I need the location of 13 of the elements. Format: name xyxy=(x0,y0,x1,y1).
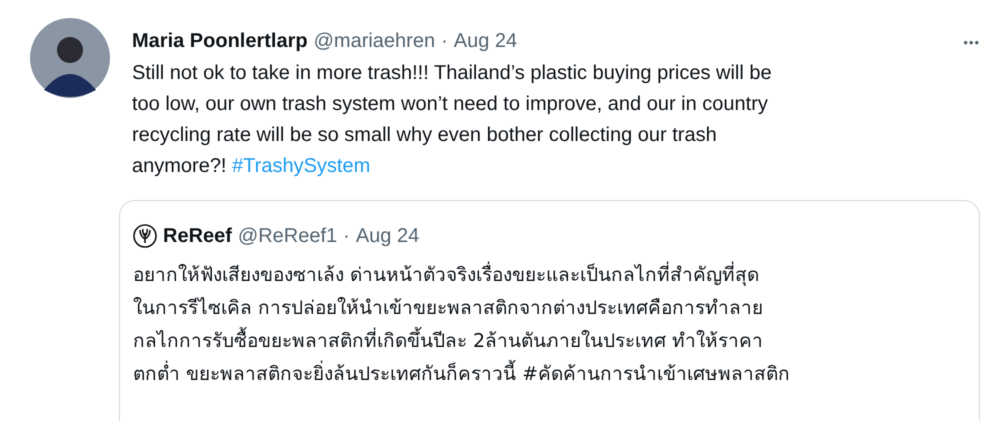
author-handle[interactable]: @mariaehren xyxy=(314,26,436,56)
author-name[interactable]: Maria Poonlertlarp xyxy=(132,26,308,56)
tweet-date[interactable]: Aug 24 xyxy=(454,26,518,56)
quoted-tweet-date: Aug 24 xyxy=(356,224,420,249)
quoted-author-name: ReReef xyxy=(163,224,232,249)
leaf-logo-icon xyxy=(133,224,157,248)
quoted-author-handle: @ReReef1 xyxy=(238,224,338,249)
separator: · xyxy=(343,224,350,249)
more-icon[interactable]: ••• xyxy=(963,33,980,52)
separator: · xyxy=(441,29,448,54)
quoted-tweet-text: อยากให้ฟังเสียงของซาเล้ง ด่านหน้าตัวจริงเรื่องขยะและเป็นกลไกที่สำคัญที่สุด ในการรีไซเคิล การปล่อยให้นำเข้าขยะพลาสติกจากต่างประเทศคือการทำลาย กลไกการรับซื้อขยะพลาสติกที่เกิดขึ้นปีละ 2ล้านตันภายในประเทศ ทำให้ราคา ตกต่ำ ขยะพลาสติกจะยิ่งล้นประเทศกันก็คราวนี้ #คัดค้านการนำเข้าเศษพลาสติก xyxy=(133,259,965,391)
quoted-tweet-card[interactable] xyxy=(119,200,980,421)
tweet-text: Still not ok to take in more trash!!! Thailand’s plastic buying prices will be too low, our own trash system won’t need to improve, and our in country recycling rate will be so small why even bother collecting our trash anymore?! #TrashySystem xyxy=(132,61,773,179)
